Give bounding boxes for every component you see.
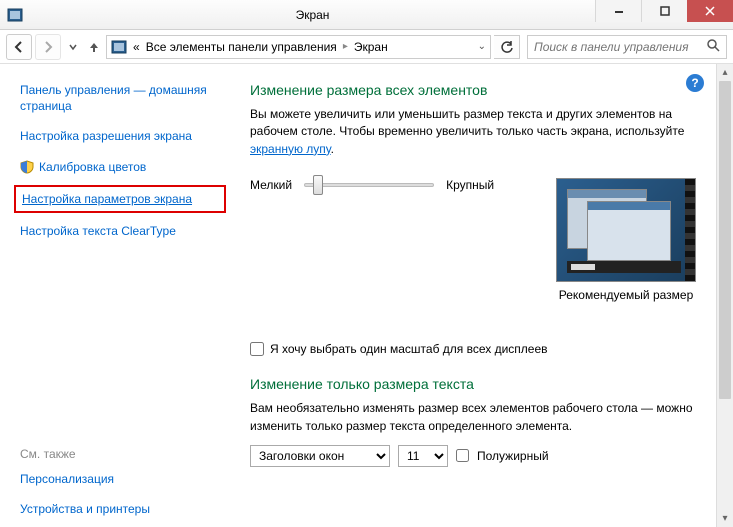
scroll-up-button[interactable]: ▴ — [717, 64, 733, 81]
search-box[interactable] — [527, 35, 727, 59]
minimize-button[interactable] — [595, 0, 641, 22]
forward-button[interactable] — [35, 34, 61, 60]
description-text: Вы можете увеличить или уменьшить размер… — [250, 106, 696, 158]
close-button[interactable] — [687, 0, 733, 22]
single-scale-label[interactable]: Я хочу выбрать один масштаб для всех дис… — [270, 342, 548, 356]
highlighted-link-box: Настройка параметров экрана — [14, 185, 226, 213]
vertical-scrollbar[interactable]: ▴ ▾ — [716, 64, 733, 527]
scroll-down-button[interactable]: ▾ — [717, 510, 733, 527]
devices-printers-link[interactable]: Устройства и принтеры — [20, 501, 220, 517]
font-size-select[interactable]: 11 — [398, 445, 448, 467]
scroll-thumb[interactable] — [719, 81, 731, 399]
search-icon[interactable] — [706, 38, 720, 55]
control-panel-icon — [111, 39, 127, 55]
color-calibration-link[interactable]: Калибровка цветов — [39, 159, 146, 175]
personalization-link[interactable]: Персонализация — [20, 471, 220, 487]
recent-locations-button[interactable] — [64, 34, 82, 60]
refresh-button[interactable] — [494, 35, 520, 59]
navigation-bar: « Все элементы панели управления ▸ Экран… — [0, 30, 733, 64]
control-panel-home-link[interactable]: Панель управления — домашняя страница — [20, 82, 220, 114]
display-params-link[interactable]: Настройка параметров экрана — [22, 191, 218, 207]
slider-label-small: Мелкий — [250, 178, 292, 192]
search-input[interactable] — [534, 40, 706, 54]
maximize-button[interactable] — [641, 0, 687, 22]
magnifier-link[interactable]: экранную лупу — [250, 142, 331, 156]
system-menu-icon[interactable] — [0, 7, 30, 23]
see-also-label: См. также — [20, 447, 220, 461]
back-button[interactable] — [6, 34, 32, 60]
content-pane: ? Изменение размера всех элементов Вы мо… — [230, 64, 716, 527]
heading-resize-all: Изменение размера всех элементов — [250, 82, 696, 98]
breadcrumb-item[interactable]: Все элементы панели управления — [146, 40, 337, 54]
element-select[interactable]: Заголовки окон — [250, 445, 390, 467]
scale-slider[interactable]: Мелкий Крупный — [250, 178, 494, 192]
title-bar: Экран — [0, 0, 733, 30]
window-title: Экран — [30, 8, 595, 22]
bold-label[interactable]: Полужирный — [477, 449, 549, 463]
sidebar: Панель управления — домашняя страница На… — [0, 64, 230, 527]
chevron-right-icon: ▸ — [343, 41, 348, 52]
address-dropdown-icon[interactable]: ⌄ — [478, 41, 486, 52]
single-scale-checkbox[interactable] — [250, 342, 264, 356]
breadcrumb-root[interactable]: « — [133, 40, 140, 54]
text-size-description: Вам необязательно изменять размер всех э… — [250, 400, 696, 435]
slider-track[interactable] — [304, 183, 434, 187]
address-bar[interactable]: « Все элементы панели управления ▸ Экран… — [106, 35, 491, 59]
scale-preview-image — [556, 178, 696, 282]
shield-icon — [20, 160, 34, 174]
bold-checkbox[interactable] — [456, 449, 469, 462]
slider-label-large: Крупный — [446, 178, 494, 192]
help-icon[interactable]: ? — [686, 74, 704, 92]
breadcrumb-item[interactable]: Экран — [354, 40, 388, 54]
recommended-size-label: Рекомендуемый размер — [556, 288, 696, 302]
heading-text-size: Изменение только размера текста — [250, 376, 696, 392]
slider-thumb[interactable] — [313, 175, 323, 195]
resolution-settings-link[interactable]: Настройка разрешения экрана — [20, 128, 220, 144]
up-button[interactable] — [85, 34, 103, 60]
cleartype-link[interactable]: Настройка текста ClearType — [20, 223, 220, 239]
